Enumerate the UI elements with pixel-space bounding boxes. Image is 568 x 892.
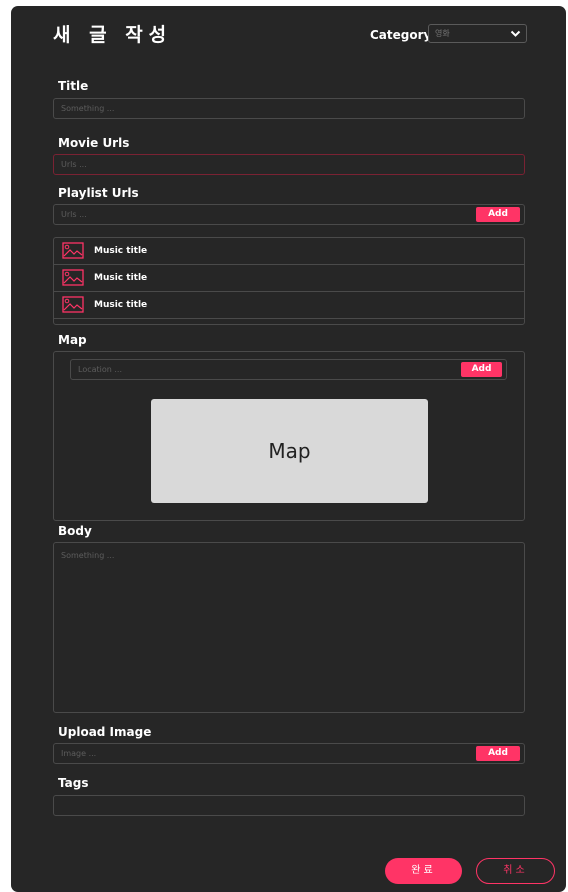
page-title: 새 글 작성: [53, 24, 173, 46]
movie-urls-placeholder: Urls ...: [61, 160, 87, 169]
title-label: Title: [58, 79, 89, 93]
map-label: Map: [58, 333, 87, 347]
image-icon: [62, 242, 84, 259]
map-canvas[interactable]: Map: [151, 399, 428, 503]
title-placeholder: Something ...: [61, 104, 115, 113]
list-item[interactable]: Music title: [54, 265, 524, 292]
playlist-urls-placeholder: Urls ...: [61, 210, 87, 219]
playlist-urls-label: Playlist Urls: [58, 186, 139, 200]
title-input[interactable]: Something ...: [53, 98, 525, 119]
tags-input[interactable]: [53, 795, 525, 816]
category-value: 영화: [435, 29, 450, 38]
playlist-list: Music title Music title Music title: [53, 237, 525, 325]
upload-image-input[interactable]: Image ... Add: [53, 743, 525, 764]
movie-urls-input[interactable]: Urls ...: [53, 154, 525, 175]
music-title: Music title: [94, 273, 148, 283]
chevron-down-icon: [510, 30, 521, 37]
cancel-button[interactable]: 취소: [476, 858, 555, 884]
music-title: Music title: [94, 246, 148, 256]
location-add-button[interactable]: Add: [461, 362, 502, 377]
playlist-add-button[interactable]: Add: [476, 207, 520, 222]
category-select[interactable]: 영화: [428, 24, 527, 43]
location-input[interactable]: Location ... Add: [70, 359, 507, 380]
body-textarea[interactable]: Something ...: [53, 542, 525, 713]
movie-urls-label: Movie Urls: [58, 136, 130, 150]
list-item[interactable]: Music title: [54, 292, 524, 319]
upload-image-label: Upload Image: [58, 725, 152, 739]
upload-add-button[interactable]: Add: [476, 746, 520, 761]
tags-label: Tags: [58, 776, 89, 790]
location-placeholder: Location ...: [78, 365, 123, 374]
map-section: Location ... Add Map: [53, 351, 525, 521]
playlist-urls-input[interactable]: Urls ... Add: [53, 204, 525, 225]
body-label: Body: [58, 524, 92, 538]
upload-image-placeholder: Image ...: [61, 749, 97, 758]
done-button[interactable]: 완료: [385, 858, 462, 884]
image-icon: [62, 296, 84, 313]
list-item[interactable]: Music title: [54, 238, 524, 265]
image-icon: [62, 269, 84, 286]
music-title: Music title: [94, 300, 148, 310]
body-placeholder: Something ...: [61, 551, 115, 560]
